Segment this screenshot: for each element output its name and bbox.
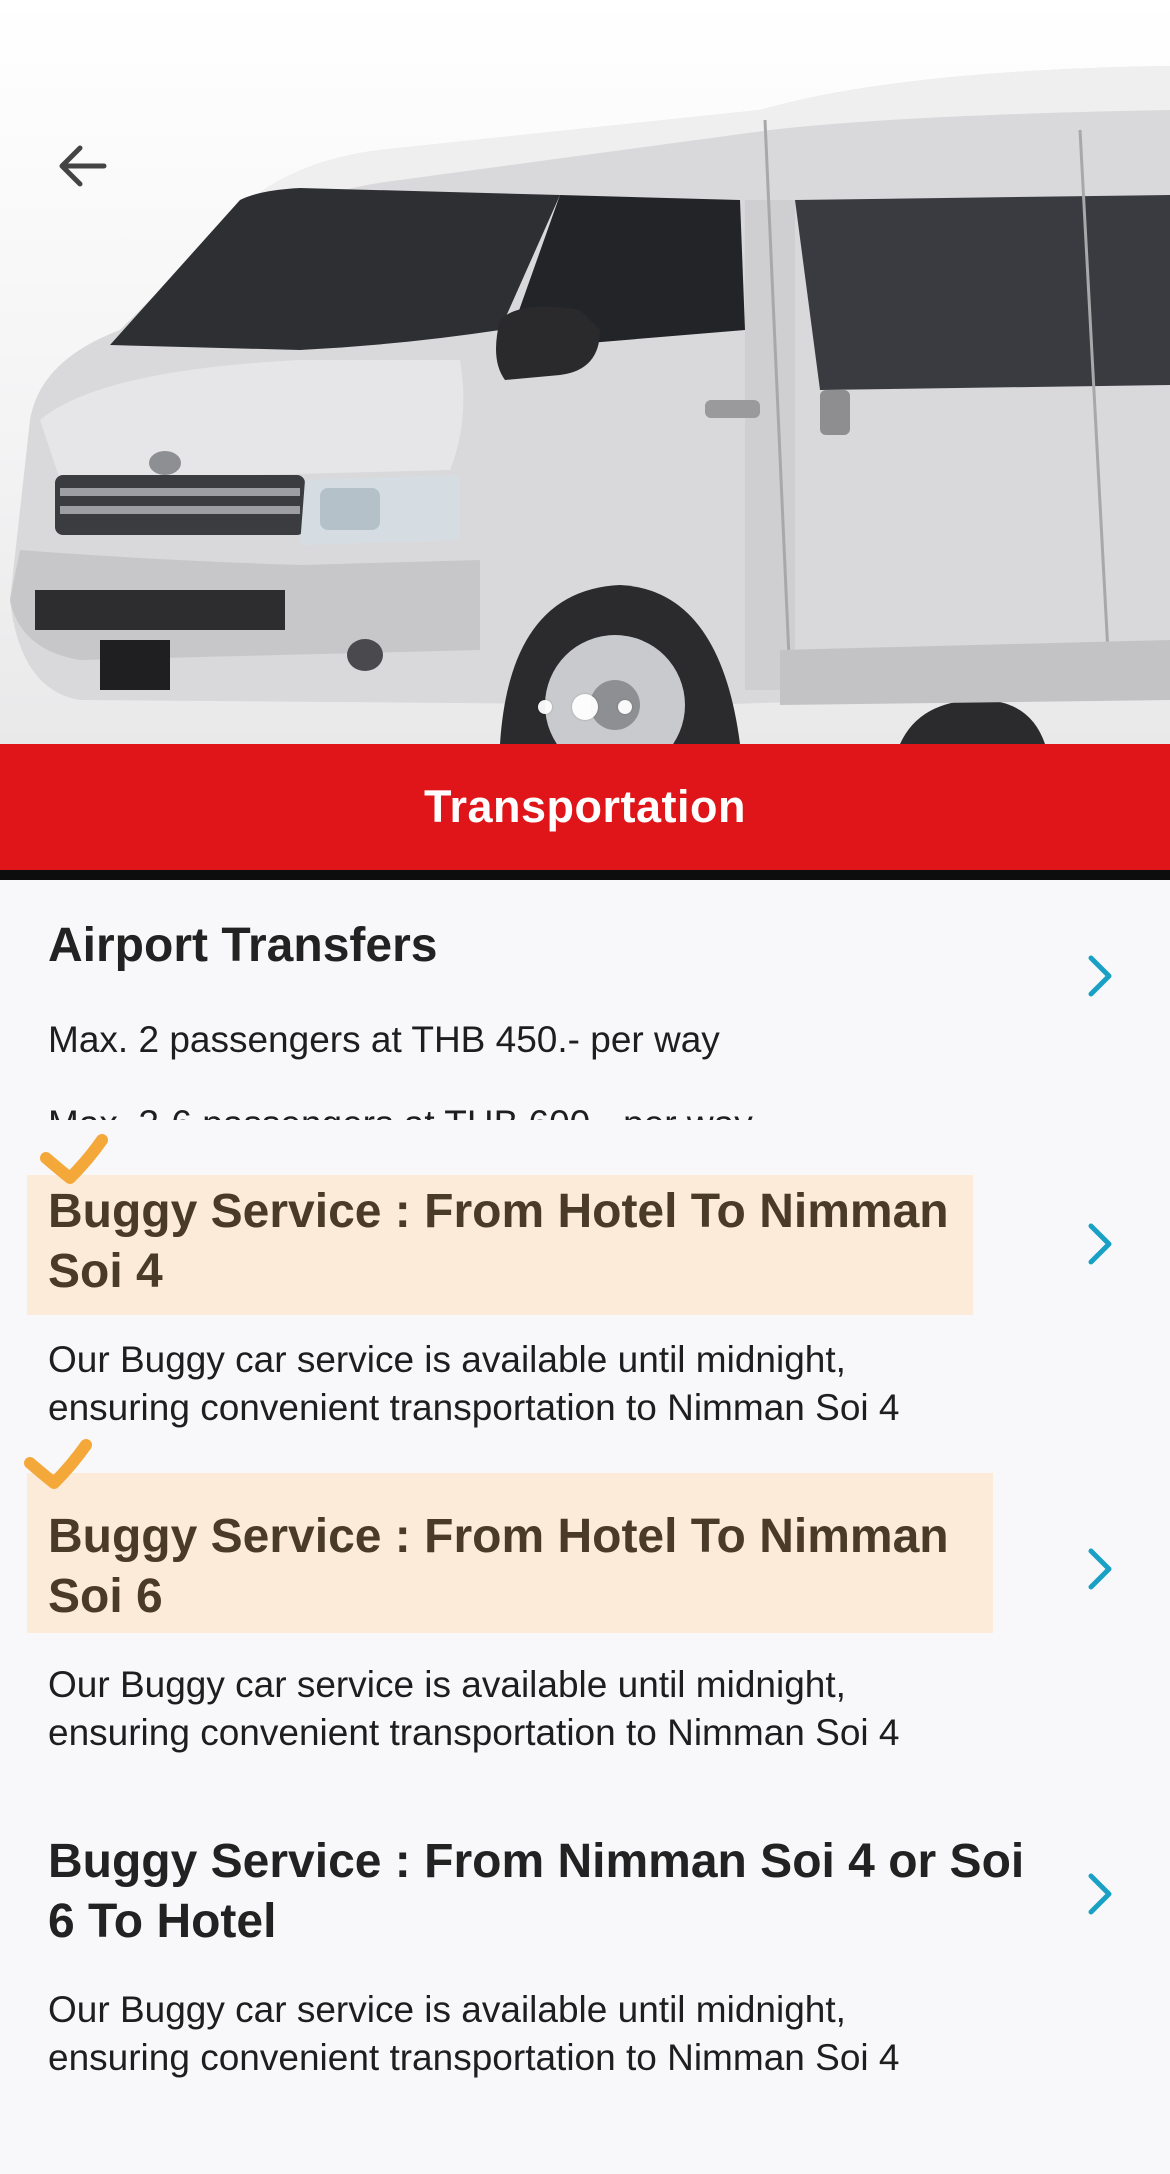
item-description-line: Our Buggy car service is available until… <box>48 1664 846 1705</box>
clipped-description: Max. 3-6 passengers at THB 600.- per way <box>0 1090 1170 1120</box>
checkmark-icon <box>24 1439 92 1489</box>
item-title-line: Soi 4 <box>48 1245 163 1298</box>
chevron-right-icon <box>1080 952 1120 1000</box>
list-item-buggy-hotel-to-soi4[interactable]: Buggy Service : From Hotel To Nimman Soi… <box>0 1130 1170 1455</box>
checkmark-icon <box>40 1134 108 1184</box>
item-description-line: ensuring convenient transportation to Ni… <box>48 1712 900 1753</box>
van-image <box>10 66 1170 744</box>
back-button[interactable] <box>54 138 126 210</box>
arrow-left-icon <box>59 145 107 187</box>
item-description-line: ensuring convenient transportation to Ni… <box>48 1387 900 1428</box>
chevron-right-icon <box>1080 1220 1120 1268</box>
carousel-dot-active[interactable] <box>572 694 598 720</box>
list-item-airport-transfers[interactable]: Airport Transfers Max. 2 passengers at T… <box>0 890 1170 1130</box>
carousel-dot[interactable] <box>618 700 632 714</box>
item-description-line: Our Buggy car service is available until… <box>48 1339 846 1380</box>
item-title-line: Buggy Service : From Nimman Soi 4 or Soi <box>48 1835 1025 1888</box>
list-item-buggy-hotel-to-soi6[interactable]: Buggy Service : From Hotel To Nimman Soi… <box>0 1439 1170 1780</box>
page-title: Transportation <box>423 781 747 832</box>
hero-carousel[interactable] <box>0 0 1170 744</box>
item-title-line: Buggy Service : From Hotel To Nimman <box>48 1185 949 1238</box>
item-title: Airport Transfers <box>48 919 438 972</box>
item-description-line: Max. 2 passengers at THB 450.- per way <box>48 1019 720 1060</box>
chevron-right-icon <box>1080 1545 1120 1593</box>
list-item-buggy-nimman-to-hotel[interactable]: Buggy Service : From Nimman Soi 4 or Soi… <box>0 1780 1170 2100</box>
item-description-line: Our Buggy car service is available until… <box>48 1989 846 2030</box>
carousel-indicator <box>0 694 1170 720</box>
carousel-dot[interactable] <box>538 700 552 714</box>
item-title-line: Soi 6 <box>48 1570 163 1623</box>
page-header: Transportation <box>0 744 1170 880</box>
item-title-line: 6 To Hotel <box>48 1895 277 1948</box>
chevron-right-icon <box>1080 1870 1120 1918</box>
item-title-line: Buggy Service : From Hotel To Nimman <box>48 1510 949 1563</box>
item-description-line: ensuring convenient transportation to Ni… <box>48 2037 900 2078</box>
item-description-line: Max. 3-6 passengers at THB 600.- per way <box>48 1100 753 1120</box>
